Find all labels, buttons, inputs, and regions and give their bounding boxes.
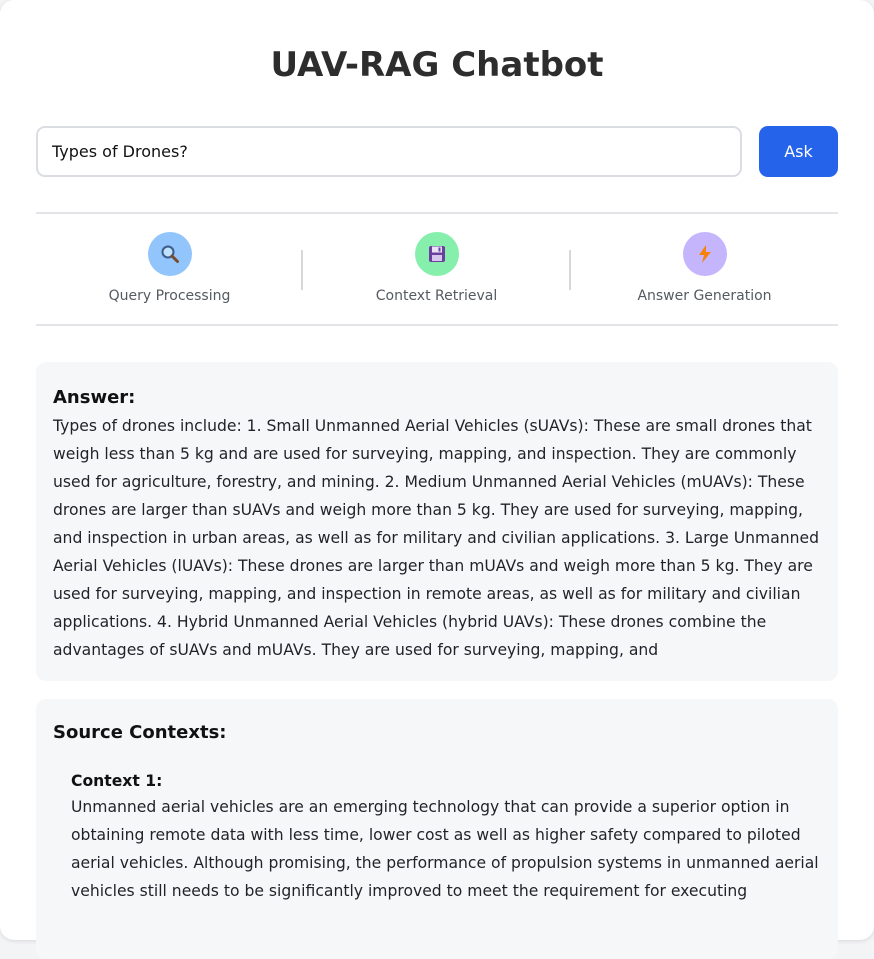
step-label: Answer Generation [637,288,772,304]
answer-text: Types of drones include: 1. Small Unmann… [53,417,820,659]
answer-heading: Answer: [53,387,136,408]
ask-button[interactable]: Ask [759,126,838,177]
context-title: Context 1: [71,772,163,790]
context-item: Context 1: Unmanned aerial vehicles are … [53,769,821,905]
step-query-processing: Query Processing [36,232,303,304]
magnifier-icon [147,232,192,276]
answer-panel: Answer: Types of drones include: 1. Smal… [36,362,838,681]
step-context-retrieval: Context Retrieval [303,232,570,304]
step-label: Context Retrieval [375,288,498,304]
pipeline-steps: Query Processing Context Retrieval Answe… [36,212,838,326]
context-text: Unmanned aerial vehicles are an emerging… [71,798,819,900]
step-answer-generation: Answer Generation [571,232,838,304]
floppy-disk-icon [414,232,459,276]
page-title: UAV-RAG Chatbot [270,45,604,85]
lightning-icon [682,232,727,276]
chatbot-card: UAV-RAG Chatbot Ask Query Processing [0,0,874,959]
source-contexts-panel: Source Contexts: Context 1: Unmanned aer… [36,699,838,959]
query-input[interactable] [36,126,742,177]
step-label: Query Processing [108,288,231,304]
sources-heading: Source Contexts: [53,722,227,743]
